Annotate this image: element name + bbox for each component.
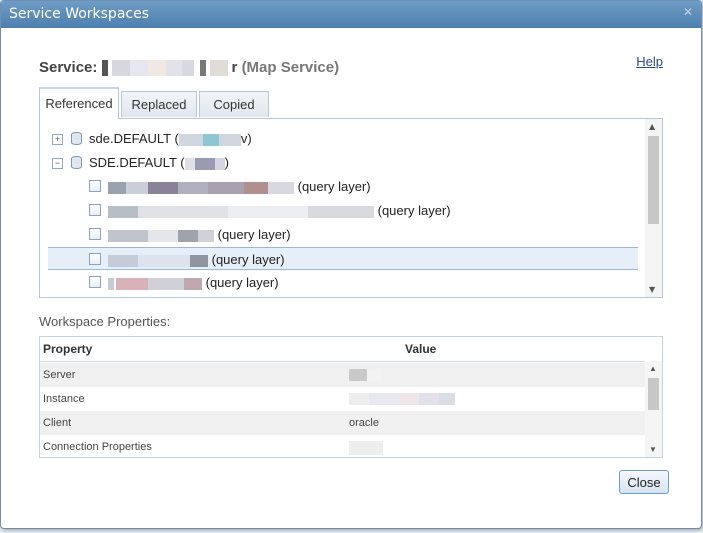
- close-icon[interactable]: ✕: [683, 5, 693, 19]
- layer-checkbox[interactable]: [89, 253, 101, 265]
- tab-referenced[interactable]: Referenced: [39, 87, 119, 119]
- layer-checkbox[interactable]: [89, 204, 101, 216]
- table-row[interactable]: Client oracle: [40, 411, 646, 435]
- property-name: Instance: [43, 393, 85, 405]
- property-value: oracle: [349, 417, 379, 429]
- help-link[interactable]: Help: [636, 54, 663, 69]
- layer-checkbox[interactable]: [89, 276, 101, 288]
- tree-layer-3[interactable]: (query layer): [40, 223, 640, 246]
- service-type: (Map Service): [241, 59, 340, 76]
- property-name: Client: [43, 417, 72, 429]
- redacted-text: [349, 393, 455, 406]
- scrollbar-thumb[interactable]: [648, 378, 659, 410]
- redacted-text: [349, 441, 383, 455]
- layer-label: (query layer): [108, 252, 285, 267]
- database-icon: [71, 156, 82, 169]
- scrollbar-thumb[interactable]: [648, 136, 659, 224]
- service-heading: Service: r (Map Service): [39, 59, 340, 77]
- scroll-down-icon[interactable]: ▼: [649, 285, 655, 294]
- scroll-down-icon[interactable]: ▼: [649, 445, 657, 454]
- property-column-header[interactable]: Property: [43, 342, 92, 356]
- service-name-suffix: r: [231, 59, 238, 76]
- expand-icon[interactable]: +: [52, 134, 63, 145]
- layer-label: (query layer): [108, 275, 279, 290]
- tree-workspace-2[interactable]: − SDE.DEFAULT (): [40, 151, 640, 174]
- layer-checkbox[interactable]: [89, 180, 101, 192]
- database-icon: [71, 132, 82, 145]
- service-prefix: Service:: [39, 59, 102, 76]
- workspace-label: sde.DEFAULT (v): [89, 131, 252, 146]
- redacted-text: [108, 229, 214, 242]
- tree-layer-1[interactable]: (query layer): [40, 175, 640, 198]
- collapse-icon[interactable]: −: [52, 158, 63, 169]
- title-bar[interactable]: Service Workspaces ✕: [1, 1, 701, 28]
- workspace-properties-label: Workspace Properties:: [39, 314, 171, 329]
- redacted-text: [108, 254, 208, 267]
- scroll-up-icon[interactable]: ▲: [649, 364, 657, 373]
- dialog-title: Service Workspaces: [9, 6, 150, 22]
- tab-replaced[interactable]: Replaced: [121, 91, 197, 117]
- property-name: Server: [43, 369, 76, 381]
- table-row[interactable]: Instance: [40, 387, 646, 411]
- scroll-up-icon[interactable]: ▲: [649, 122, 655, 131]
- tree-scrollbar[interactable]: ▲ ▼: [645, 119, 662, 297]
- tree-layer-4[interactable]: (query layer): [48, 247, 638, 270]
- property-value: [349, 441, 383, 455]
- properties-scrollbar[interactable]: ▲ ▼: [645, 361, 662, 457]
- redacted-text: [349, 369, 381, 382]
- workspace-properties-table: Property Value Server Instance Client or…: [39, 336, 663, 458]
- tree-layer-2[interactable]: (query layer): [40, 199, 640, 222]
- table-row[interactable]: Connection Properties: [40, 435, 646, 457]
- tree-layer-5[interactable]: (query layer): [40, 271, 640, 294]
- redacted-text: [108, 181, 294, 194]
- property-value: [349, 393, 455, 406]
- redacted-text: [178, 133, 241, 146]
- layer-label: (query layer): [108, 203, 451, 218]
- service-workspaces-dialog: Service Workspaces ✕ Service: r (Map Ser…: [0, 0, 702, 529]
- table-row[interactable]: Server: [40, 363, 646, 387]
- tree-workspace-1[interactable]: + sde.DEFAULT (v): [40, 127, 640, 150]
- value-column-header[interactable]: Value: [405, 342, 436, 356]
- redacted-text: [108, 277, 202, 290]
- layer-label: (query layer): [108, 179, 371, 194]
- property-value: [349, 369, 381, 382]
- workspace-label: SDE.DEFAULT (): [89, 155, 229, 170]
- tab-copied[interactable]: Copied: [199, 91, 269, 117]
- table-header: Property Value: [40, 337, 662, 362]
- layer-label: (query layer): [108, 227, 291, 242]
- redacted-text: [184, 157, 225, 170]
- redacted-service-name: [101, 60, 232, 77]
- close-button[interactable]: Close: [619, 470, 669, 494]
- workspace-tree[interactable]: + sde.DEFAULT (v) − SDE.DEFAULT () (quer…: [39, 118, 663, 298]
- redacted-text: [108, 205, 374, 218]
- layer-checkbox[interactable]: [89, 228, 101, 240]
- property-name: Connection Properties: [43, 441, 152, 453]
